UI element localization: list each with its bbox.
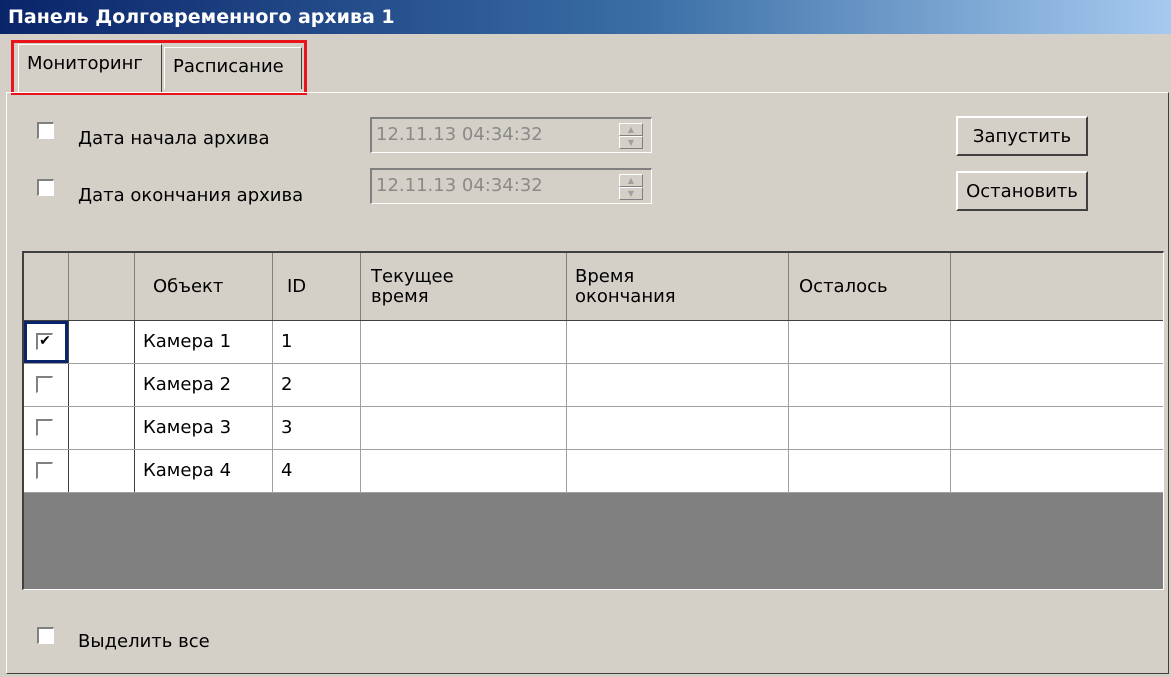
header-remaining[interactable]: Осталось [789,253,951,320]
cell-end-time [567,407,789,449]
cell-current-time [361,321,567,363]
table-row[interactable]: Камера 2 2 [24,364,1163,407]
tab-monitoring[interactable]: Мониторинг [18,44,162,92]
cell-id: 1 [273,321,361,363]
cell-id: 3 [273,407,361,449]
cell-remaining [789,321,951,363]
header-check-col [24,253,69,320]
cell-object: Камера 3 [135,407,273,449]
spin-up-icon[interactable]: ▲ [619,174,643,187]
cell-id: 4 [273,450,361,492]
tab-schedule[interactable]: Расписание [164,47,302,89]
header-id[interactable]: ID [273,253,361,320]
cell-blank [69,407,135,449]
spin-up-icon[interactable]: ▲ [619,123,643,136]
header-extra-col [951,253,1163,320]
header-current-time[interactable]: Текущее время [361,253,567,320]
start-button[interactable]: Запустить [956,116,1088,156]
cell-blank [69,364,135,406]
stop-button[interactable]: Остановить [956,171,1088,211]
select-all-label: Выделить все [78,631,210,652]
cell-extra [951,450,1163,492]
end-date-label: Дата окончания архива [78,185,304,206]
header-end-time[interactable]: Время окончания [567,253,789,320]
cell-extra [951,407,1163,449]
cell-check [24,321,69,363]
cell-blank [69,321,135,363]
cell-current-time [361,450,567,492]
cell-end-time [567,450,789,492]
cell-extra [951,321,1163,363]
spin-down-icon[interactable]: ▼ [619,187,643,200]
cell-check [24,364,69,406]
cell-end-time [567,321,789,363]
cell-check [24,450,69,492]
cell-current-time [361,364,567,406]
table-row[interactable]: Камера 4 4 [24,450,1163,493]
header-blank-col [69,253,135,320]
cell-end-time [567,364,789,406]
cell-object: Камера 2 [135,364,273,406]
cell-check [24,407,69,449]
end-date-value: 12.11.13 04:34:32 [376,175,543,196]
cell-object: Камера 1 [135,321,273,363]
cell-remaining [789,364,951,406]
start-date-value: 12.11.13 04:34:32 [376,124,543,145]
spin-down-icon[interactable]: ▼ [619,136,643,149]
cell-object: Камера 4 [135,450,273,492]
cameras-grid[interactable]: Объект ID Текущее время Время окончания … [22,251,1164,590]
cell-blank [69,450,135,492]
table-row[interactable]: ✔ Камера 1 1 [24,321,1163,364]
end-date-checkbox[interactable] [37,179,54,196]
start-date-spinner[interactable]: ▲ ▼ [619,123,643,149]
select-all-checkbox[interactable] [37,627,54,644]
header-object[interactable]: Объект [135,253,273,320]
cell-id: 2 [273,364,361,406]
cell-remaining [789,450,951,492]
start-date-picker[interactable]: 12.11.13 04:34:32 ▲ ▼ [370,117,652,153]
cell-remaining [789,407,951,449]
table-row[interactable]: Камера 3 3 [24,407,1163,450]
end-date-picker[interactable]: 12.11.13 04:34:32 ▲ ▼ [370,168,652,204]
cell-current-time [361,407,567,449]
grid-header: Объект ID Текущее время Время окончания … [24,253,1163,321]
window-title: Панель Долговременного архива 1 [0,0,1171,34]
start-date-label: Дата начала архива [78,128,270,149]
start-date-checkbox[interactable] [37,122,54,139]
end-date-spinner[interactable]: ▲ ▼ [619,174,643,200]
cell-extra [951,364,1163,406]
